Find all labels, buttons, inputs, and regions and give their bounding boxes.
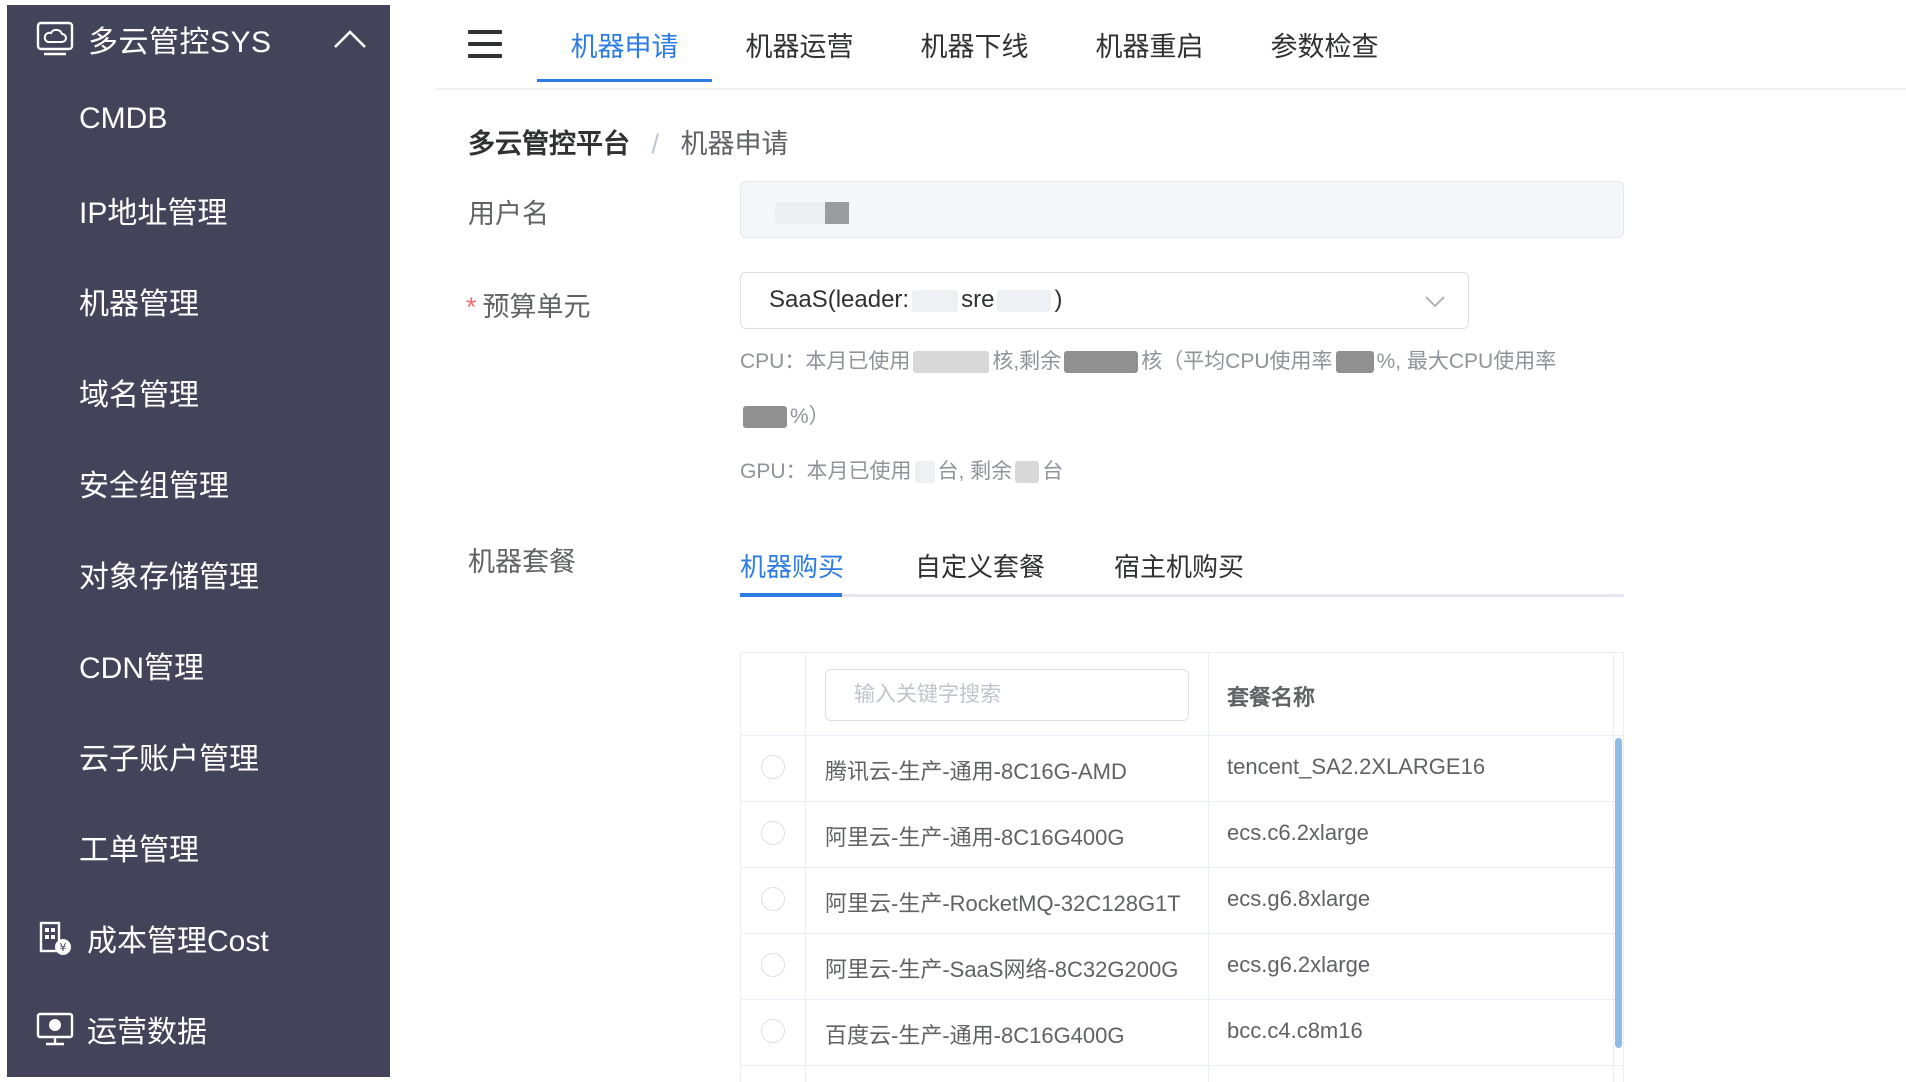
tab-machine-restart[interactable]: 机器重启 — [1062, 0, 1237, 88]
svg-text:¥: ¥ — [60, 941, 67, 954]
package-name-cell: bcc.c4.c8m16 — [1227, 1018, 1363, 1043]
table-row[interactable]: 百度云-生产-通用-8C16G400G bcc.c4.c8m16 — [741, 1000, 1623, 1066]
cloud-icon — [35, 20, 75, 58]
monitor-icon — [35, 1009, 75, 1049]
tab-custom-package[interactable]: 自定义套餐 — [915, 547, 1045, 584]
sidebar-group-cost-label: 成本管理Cost — [87, 924, 269, 958]
sidebar-item-ip-management[interactable]: IP地址管理 — [7, 164, 390, 255]
package-cell: 阿里云-生产-SaaS网络-8C32G200G — [825, 957, 1179, 982]
breadcrumb-current: 机器申请 — [680, 129, 789, 159]
table-row[interactable]: 阿里云-生产-SaaS网络-8C32G200G ecs.g6.2xlarge — [741, 934, 1623, 1000]
row-radio[interactable] — [761, 1019, 785, 1043]
top-nav: 机器申请 机器运营 机器下线 机器重启 参数检查 — [436, 0, 1906, 90]
package-name-cell: ecs.c6.2xlarge — [1227, 820, 1369, 845]
sidebar-group-operations[interactable]: 运营数据 — [7, 983, 390, 1074]
sidebar-group-cost[interactable]: ¥ 成本管理Cost — [7, 892, 390, 983]
package-cell: 腾讯云-生产-通用-8C16G-AMD — [825, 759, 1127, 784]
table-row[interactable]: 腾讯云-生产-通用-8C16G-AMD tencent_SA2.2XLARGE1… — [741, 736, 1623, 802]
row-radio[interactable] — [761, 887, 785, 911]
table-header: 套餐名称 — [741, 653, 1623, 736]
package-search-input[interactable] — [825, 669, 1189, 721]
package-name-cell: ecs.g6.2xlarge — [1227, 952, 1371, 977]
tab-machine-offline[interactable]: 机器下线 — [887, 0, 1062, 88]
sidebar-header[interactable]: 多云管控SYS — [7, 5, 390, 73]
row-radio[interactable] — [761, 821, 785, 845]
package-tab-indicator — [740, 593, 842, 597]
sidebar-group-operations-label: 运营数据 — [87, 1015, 207, 1049]
tab-machine-operation[interactable]: 机器运营 — [712, 0, 887, 88]
redacted-text — [825, 202, 849, 224]
active-tab-indicator — [537, 79, 712, 82]
sidebar-item-cdn[interactable]: CDN管理 — [7, 619, 390, 710]
machine-package-label: 机器套餐 — [468, 547, 576, 577]
tab-host-purchase[interactable]: 宿主机购买 — [1114, 547, 1244, 584]
username-label: 用户名 — [468, 199, 549, 229]
breadcrumb: 多云管控平台 / 机器申请 — [468, 122, 789, 161]
sidebar-item-sub-account[interactable]: 云子账户管理 — [7, 710, 390, 801]
breadcrumb-separator: / — [651, 129, 660, 159]
sidebar-item-machine-management[interactable]: 机器管理 — [7, 255, 390, 346]
chevron-up-icon[interactable] — [332, 21, 368, 57]
package-name-cell: ecs.g6.8xlarge — [1227, 886, 1371, 911]
username-field — [740, 181, 1624, 238]
tab-machine-apply[interactable]: 机器申请 — [537, 0, 712, 88]
row-radio[interactable] — [761, 953, 785, 977]
column-header-package-name: 套餐名称 — [1227, 685, 1316, 710]
gpu-usage-hint: GPU：本月已使用 台, 剩余台 — [740, 460, 1064, 484]
breadcrumb-root[interactable]: 多云管控平台 — [468, 129, 630, 159]
budget-unit-value: SaaS(leader: sre) — [769, 286, 1063, 313]
budget-unit-select[interactable]: SaaS(leader: sre) — [740, 272, 1469, 329]
redacted-text — [775, 202, 825, 224]
sidebar-item-security-group[interactable]: 安全组管理 — [7, 437, 390, 528]
table-scrollbar[interactable] — [1615, 738, 1622, 1048]
package-cell: 阿里云-生产-RocketMQ-32C128G1T — [825, 891, 1181, 916]
sidebar-item-cmdb[interactable]: CMDB — [7, 73, 390, 164]
sidebar-item-object-storage[interactable]: 对象存储管理 — [7, 528, 390, 619]
package-table: 套餐名称 腾讯云-生产-通用-8C16G-AMD tencent_SA2.2XL… — [740, 652, 1624, 1082]
package-name-cell: tencent_SA2.2XLARGE16 — [1227, 754, 1486, 779]
chevron-down-icon — [1424, 291, 1446, 311]
package-tabs-divider — [740, 594, 1624, 597]
table-row[interactable] — [741, 1066, 1623, 1082]
sidebar: 多云管控SYS CMDB IP地址管理 机器管理 域名管理 安全组管理 对象存储… — [7, 5, 390, 1077]
required-asterisk: * — [466, 292, 477, 322]
sidebar-item-domain-management[interactable]: 域名管理 — [7, 346, 390, 437]
cost-building-icon: ¥ — [35, 918, 75, 958]
package-cell: 阿里云-生产-通用-8C16G400G — [825, 825, 1125, 850]
table-row[interactable]: 阿里云-生产-RocketMQ-32C128G1T ecs.g6.8xlarge — [741, 868, 1623, 934]
tab-machine-purchase[interactable]: 机器购买 — [740, 547, 844, 584]
package-cell: 百度云-生产-通用-8C16G400G — [825, 1023, 1125, 1048]
hamburger-menu-icon[interactable] — [468, 30, 502, 60]
sidebar-item-ticket[interactable]: 工单管理 — [7, 801, 390, 892]
cpu-usage-hint-cont: %） — [740, 400, 830, 430]
row-radio[interactable] — [761, 755, 785, 779]
sidebar-title: 多云管控SYS — [88, 26, 272, 59]
cpu-usage-hint: CPU：本月已使用 核,剩余 核（平均CPU使用率%, 最大CPU使用率 — [740, 350, 1557, 374]
table-row[interactable]: 阿里云-生产-通用-8C16G400G ecs.c6.2xlarge — [741, 802, 1623, 868]
tab-param-check[interactable]: 参数检查 — [1237, 0, 1412, 88]
budget-unit-label: * 预算单元 — [466, 292, 591, 322]
